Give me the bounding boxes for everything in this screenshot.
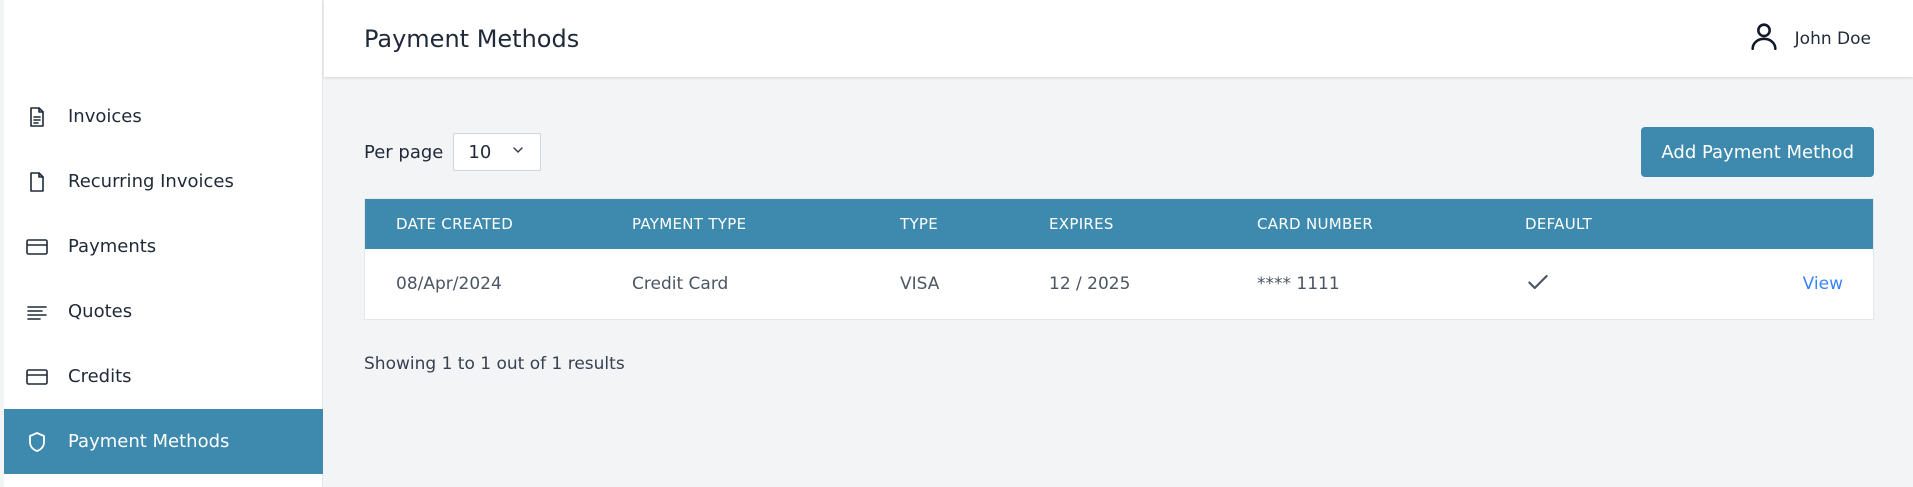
sidebar-item-invoices[interactable]: Invoices — [4, 84, 323, 149]
column-header-expires[interactable]: EXPIRES — [1049, 215, 1257, 233]
sidebar-item-label: Payment Methods — [68, 431, 230, 452]
pagination-summary: Showing 1 to 1 out of 1 results — [364, 354, 625, 374]
user-menu[interactable]: John Doe — [1747, 19, 1871, 58]
sidebar-item-label: Recurring Invoices — [68, 171, 234, 192]
credit-card-icon — [24, 234, 50, 260]
document-text-icon — [24, 104, 50, 130]
per-page-label: Per page — [364, 141, 444, 163]
view-link[interactable]: View — [1803, 274, 1843, 294]
align-left-icon — [24, 299, 50, 325]
main-content: Per page 10 Add Payment Method DATE CREA… — [364, 127, 1874, 374]
sidebar-item-label: Payments — [68, 236, 157, 257]
user-icon — [1747, 19, 1781, 58]
sidebar-item-label: Quotes — [68, 301, 133, 322]
user-name: John Doe — [1794, 28, 1871, 49]
document-icon — [24, 169, 50, 195]
checkmark-icon — [1525, 274, 1551, 300]
column-header-payment-type[interactable]: PAYMENT TYPE — [632, 215, 900, 233]
cell-expires: 12 / 2025 — [1049, 274, 1131, 294]
column-header-default[interactable]: DEFAULT — [1525, 215, 1725, 233]
add-payment-method-button[interactable]: Add Payment Method — [1641, 127, 1874, 177]
credit-card-icon — [24, 364, 50, 390]
per-page-control: Per page 10 — [364, 133, 542, 171]
sidebar-item-payments[interactable]: Payments — [4, 214, 323, 279]
cell-actions: View — [1725, 274, 1873, 294]
sidebar-nav: Invoices Recurring Invoices Payments Quo… — [4, 84, 323, 474]
per-page-value: 10 — [468, 141, 492, 163]
sidebar-item-quotes[interactable]: Quotes — [4, 279, 323, 344]
cell-card-number: **** 1111 — [1257, 274, 1340, 294]
sidebar-item-credits[interactable]: Credits — [4, 344, 323, 409]
cell-default — [1525, 269, 1725, 300]
column-header-type[interactable]: TYPE — [900, 215, 1049, 233]
sidebar-item-label: Invoices — [68, 106, 142, 127]
payment-methods-table: DATE CREATED PAYMENT TYPE TYPE EXPIRES C… — [364, 198, 1874, 320]
toolbar: Per page 10 Add Payment Method — [364, 127, 1874, 177]
cell-type: VISA — [900, 274, 940, 294]
shield-icon — [24, 429, 50, 455]
sidebar-item-recurring-invoices[interactable]: Recurring Invoices — [4, 149, 323, 214]
sidebar-item-payment-methods[interactable]: Payment Methods — [4, 409, 323, 474]
chevron-down-icon — [510, 142, 526, 163]
table-row: 08/Apr/2024 Credit Card VISA 12 / 2025 *… — [365, 249, 1873, 319]
cell-date-created: 08/Apr/2024 — [396, 274, 502, 294]
per-page-select[interactable]: 10 — [453, 133, 542, 171]
sidebar-item-label: Credits — [68, 366, 132, 387]
sidebar: Invoices Recurring Invoices Payments Quo… — [4, 0, 323, 487]
column-header-card-number[interactable]: CARD NUMBER — [1257, 215, 1525, 233]
table-header: DATE CREATED PAYMENT TYPE TYPE EXPIRES C… — [365, 199, 1873, 249]
cell-payment-type: Credit Card — [632, 274, 729, 294]
column-header-date-created[interactable]: DATE CREATED — [365, 215, 632, 233]
page-title: Payment Methods — [364, 24, 580, 53]
top-header: Payment Methods John Doe — [324, 0, 1913, 77]
